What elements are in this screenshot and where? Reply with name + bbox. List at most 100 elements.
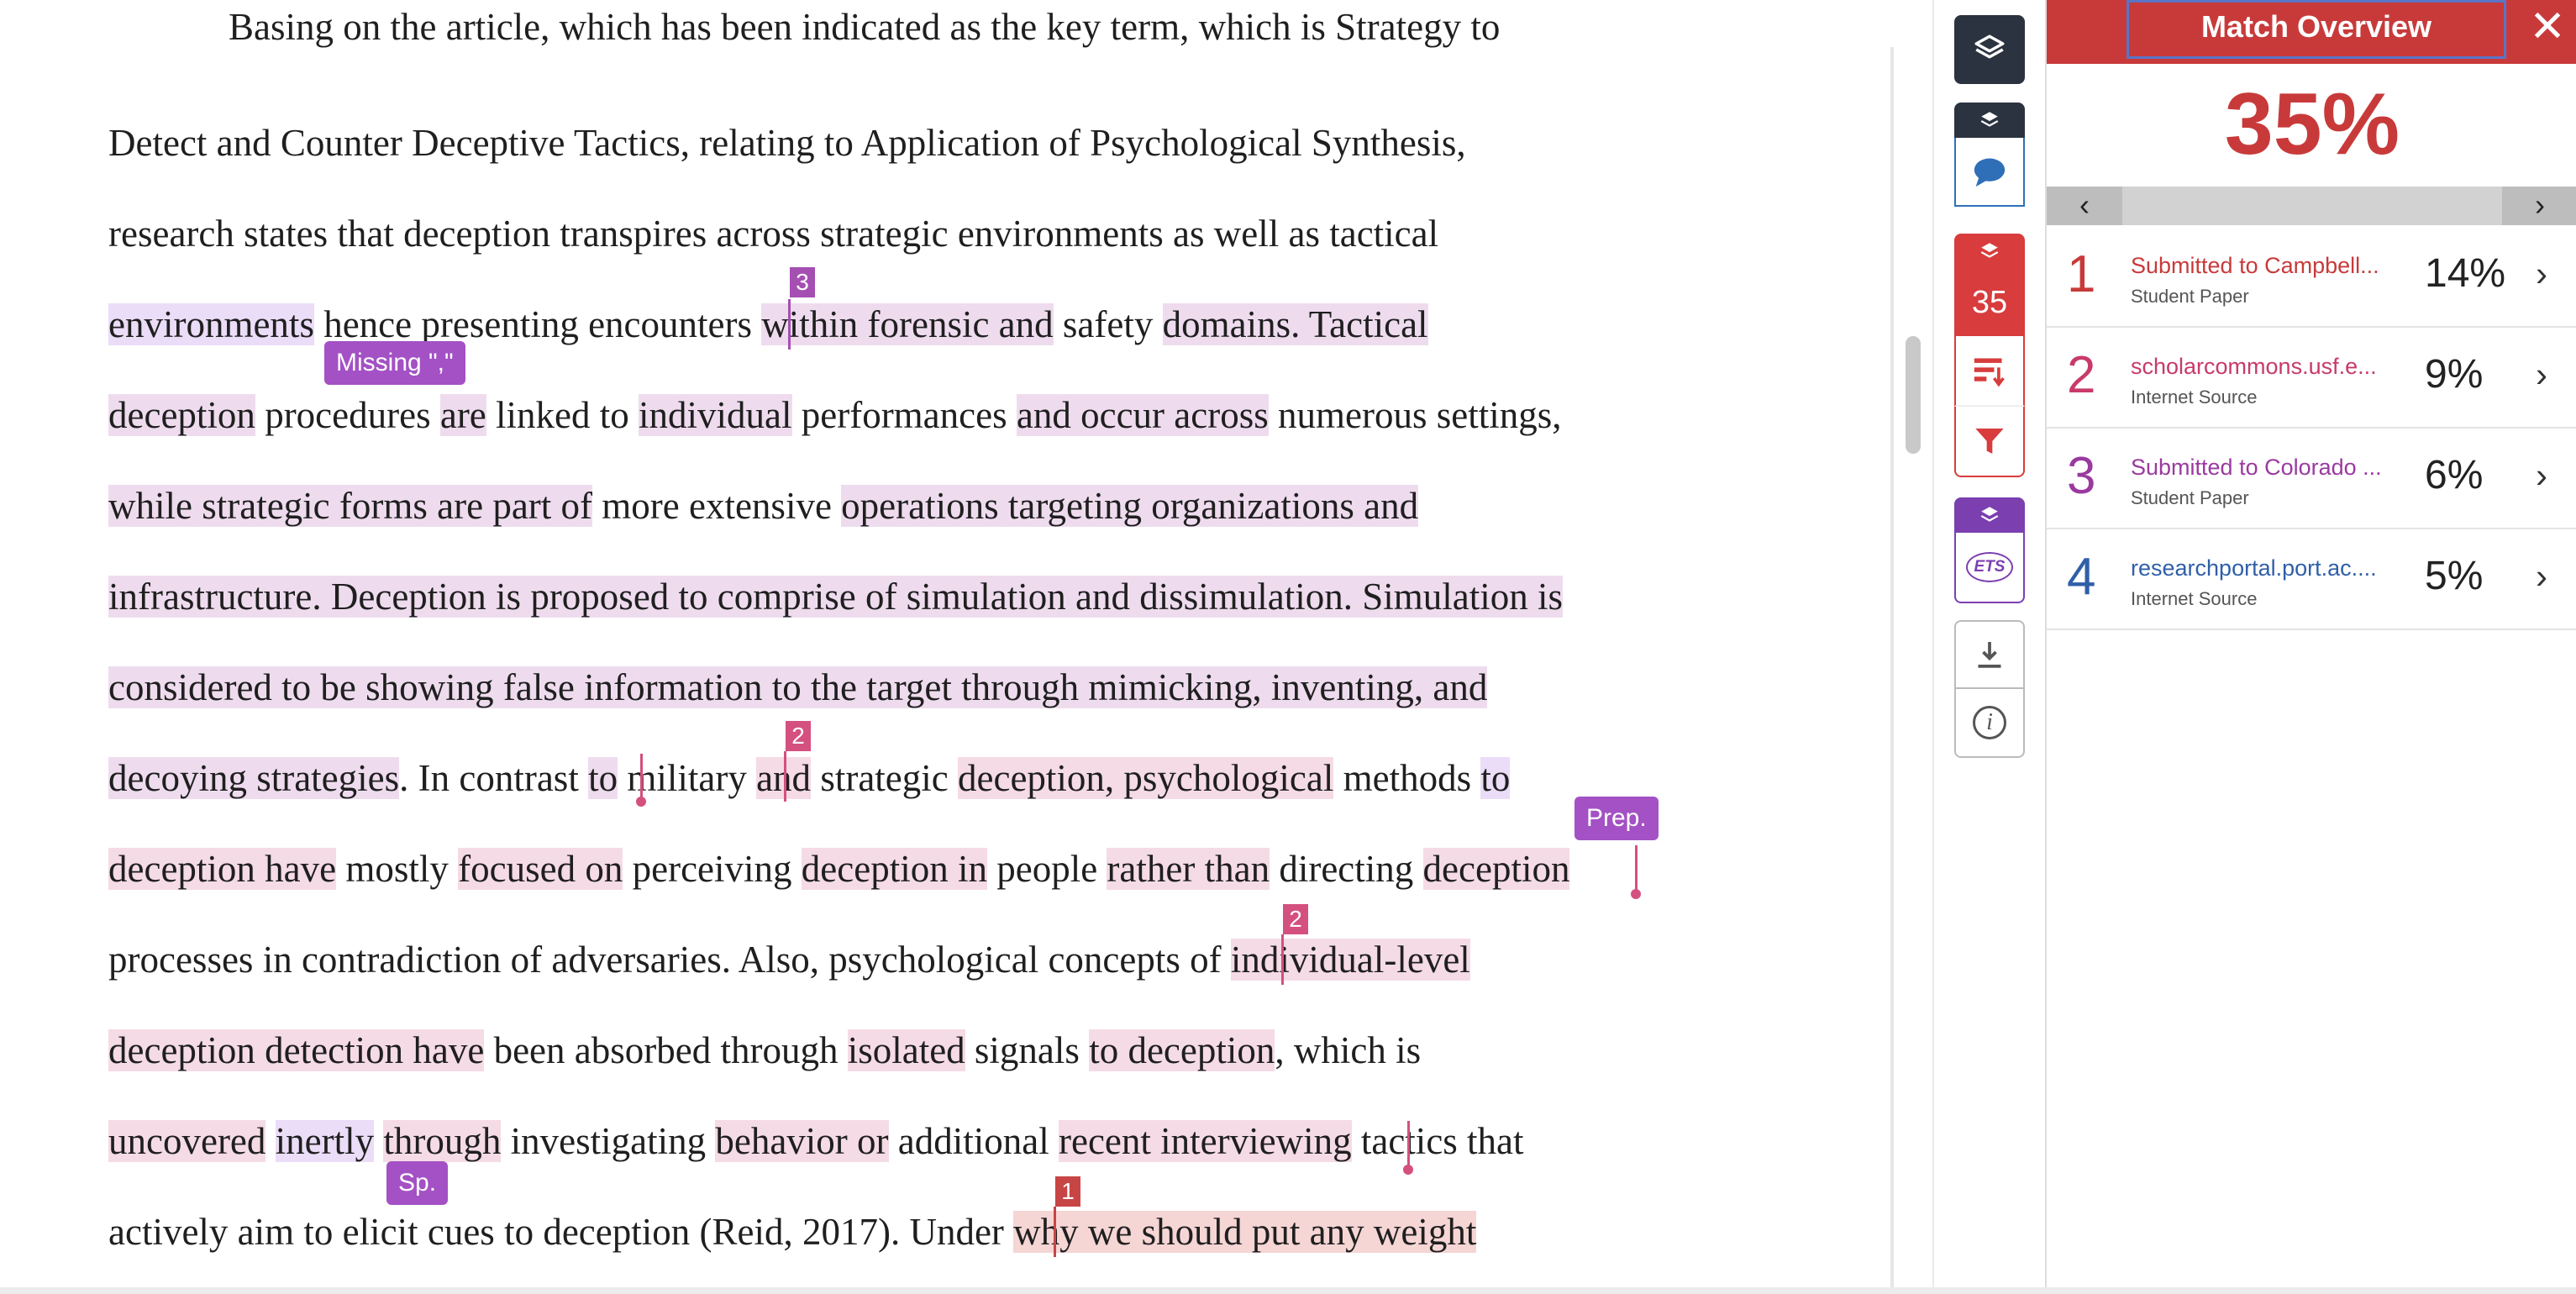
matched-text[interactable]: within forensic and (761, 303, 1054, 345)
matched-text[interactable]: to deception (1089, 1029, 1275, 1071)
matched-text[interactable]: deception have (108, 848, 337, 890)
panel-header: Match Overview ✕ (2047, 0, 2576, 64)
chevron-right-icon[interactable]: › (2536, 454, 2547, 497)
match-marker[interactable]: 3 (790, 267, 815, 297)
matched-text[interactable]: uncovered (108, 1120, 266, 1162)
comments-layer-header[interactable] (1954, 103, 2025, 138)
matched-text[interactable]: decoying strategies (108, 757, 400, 799)
next-button[interactable]: › (2502, 187, 2576, 225)
matched-text[interactable]: and occur across (1016, 394, 1269, 436)
document-scrollbar-thumb[interactable] (1906, 336, 1921, 454)
grammar-tag-preposition[interactable]: Prep. (1575, 797, 1659, 840)
matched-text[interactable]: are (439, 394, 486, 436)
ets-button[interactable]: ETS (1954, 533, 2025, 603)
close-icon: ✕ (2529, 3, 2566, 51)
matched-text[interactable]: operations targeting organizations and (841, 485, 1419, 527)
text-cursor (1407, 1121, 1410, 1168)
text-run: . In contrast (399, 757, 589, 799)
document-line: infrastructure. Deception is proposed to… (108, 571, 1563, 622)
text-run: Detect and Counter Deceptive Tactics, re… (108, 122, 1466, 164)
match-marker[interactable]: 1 (1055, 1176, 1080, 1207)
layers-icon (1980, 507, 1999, 522)
chevron-left-icon: ‹ (2079, 187, 2090, 222)
match-marker[interactable]: 2 (786, 721, 811, 751)
document-scrollbar-track[interactable] (1890, 47, 1894, 1294)
match-start-bar (1281, 934, 1284, 985)
text-run: processes in contradiction of adversarie… (108, 939, 1231, 981)
matched-text[interactable]: focused on (458, 848, 623, 890)
match-count-button[interactable]: 35 (1954, 269, 2025, 336)
text-run (265, 1120, 275, 1162)
matched-text[interactable]: deception in (801, 848, 987, 890)
download-button[interactable] (1954, 620, 2025, 689)
comments-button[interactable] (1954, 138, 2025, 207)
matched-text[interactable]: deception detection have (108, 1029, 485, 1071)
source-item[interactable]: 4 researchportal.port.ac.... Internet So… (2047, 529, 2576, 630)
source-rank: 2 (2067, 346, 2096, 404)
matched-text[interactable]: to (1480, 757, 1511, 799)
document-line: while strategic forms are part of more e… (108, 481, 1419, 531)
matched-text[interactable]: considered to be showing false informati… (108, 666, 1488, 708)
chevron-right-icon[interactable]: › (2536, 555, 2547, 598)
match-marker[interactable]: 2 (1283, 904, 1308, 934)
matched-text[interactable]: isolated (847, 1029, 965, 1071)
layers-icon (1980, 112, 1999, 127)
matched-text[interactable]: infrastructure. Deception is proposed to… (108, 576, 1563, 618)
matched-text[interactable]: while strategic forms are part of (108, 485, 593, 527)
document-line: considered to be showing false informati… (108, 662, 1488, 713)
matched-text[interactable]: individual-level (1230, 939, 1470, 981)
filter-button[interactable] (1954, 407, 2025, 477)
chevron-right-icon[interactable]: › (2536, 353, 2547, 397)
match-start-bar (784, 751, 786, 802)
source-percent: 9% (2425, 352, 2484, 397)
sort-button[interactable] (1954, 336, 2025, 407)
similarity-layer-header[interactable] (1954, 234, 2025, 269)
text-run: signals (965, 1029, 1090, 1071)
matched-text[interactable]: inertly (275, 1120, 375, 1162)
matched-text[interactable]: individual (639, 394, 792, 436)
document-viewer[interactable]: Basing on the article, which has been in… (0, 0, 1890, 1294)
previous-button[interactable]: ‹ (2047, 187, 2122, 225)
matched-text[interactable]: through (383, 1120, 502, 1162)
document-line: deception have mostly focused on perceiv… (108, 844, 1570, 894)
matched-text[interactable]: recent interviewing (1059, 1120, 1352, 1162)
source-type: Student Paper (2131, 487, 2249, 508)
matched-text[interactable]: deception, psychological (958, 757, 1334, 799)
match-overview-panel: Match Overview ✕ 35% ‹ › 1 Submitted to … (2045, 0, 2576, 1294)
document-line: deception detection have been absorbed t… (108, 1025, 1421, 1076)
text-run: actively aim to elicit cues to deception… (108, 1211, 1014, 1253)
sort-icon (1974, 358, 2005, 387)
layers-button[interactable] (1954, 15, 2025, 84)
info-icon: i (1973, 706, 2006, 739)
text-run: perceiving (623, 848, 802, 890)
matched-text[interactable]: domains. Tactical (1162, 303, 1428, 345)
source-type: Internet Source (2131, 588, 2258, 609)
info-button[interactable]: i (1954, 689, 2025, 758)
document-line: Detect and Counter Deceptive Tactics, re… (108, 118, 1466, 168)
source-item[interactable]: 1 Submitted to Campbell... Student Paper… (2047, 227, 2576, 328)
matched-text[interactable]: behavior or (715, 1120, 889, 1162)
matched-text[interactable]: to (588, 757, 618, 799)
grammar-tag-spelling[interactable]: Sp. (386, 1161, 449, 1205)
matched-text[interactable]: environments (108, 303, 314, 345)
layers-icon (1974, 34, 2005, 59)
matched-text[interactable]: deception (108, 394, 255, 436)
source-type: Student Paper (2131, 286, 2249, 307)
matched-text[interactable]: deception (1422, 848, 1570, 890)
close-button[interactable]: ✕ (2517, 0, 2576, 59)
grammar-tag-missing-comma[interactable]: Missing "," (324, 341, 465, 385)
text-run: investigating (501, 1120, 716, 1162)
text-run: mostly (336, 848, 459, 890)
document-line: uncovered inertly through investigating … (108, 1116, 1524, 1166)
source-item[interactable]: 3 Submitted to Colorado ... Student Pape… (2047, 429, 2576, 529)
matched-text[interactable]: why we should put any weight (1013, 1211, 1477, 1253)
chevron-right-icon[interactable]: › (2536, 252, 2547, 296)
document-line: environments hence presenting encounters… (108, 299, 1428, 350)
source-percent: 6% (2425, 453, 2484, 497)
bottom-scrollbar[interactable] (0, 1287, 2576, 1294)
ets-layer-header[interactable] (1954, 497, 2025, 533)
source-item[interactable]: 2 scholarcommons.usf.e... Internet Sourc… (2047, 328, 2576, 429)
text-run: tactics that (1351, 1120, 1524, 1162)
match-start-bar (788, 299, 791, 350)
matched-text[interactable]: rather than (1107, 848, 1270, 890)
